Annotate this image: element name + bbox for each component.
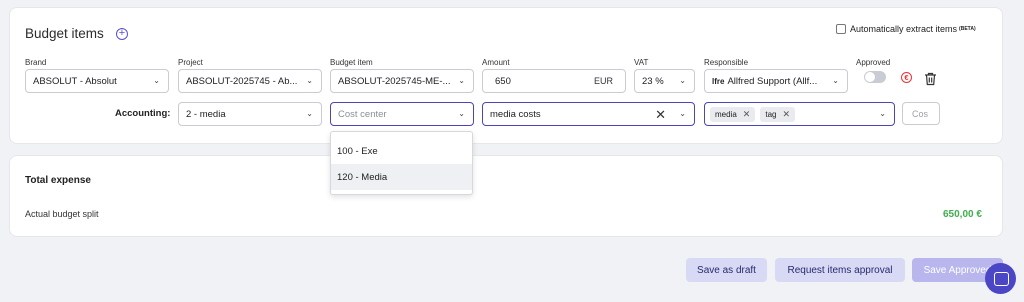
- dropdown-option[interactable]: 100 - Exe: [331, 138, 472, 164]
- tag-chip: tag ✕: [760, 106, 796, 122]
- accounting-label: Accounting:: [115, 108, 171, 119]
- total-expense-card: [9, 155, 1003, 237]
- budget-item-label: Budget item: [330, 58, 373, 67]
- chevron-down-icon: ⌄: [306, 76, 313, 85]
- responsible-select[interactable]: lfre Allfred Support (Allf... ⌄: [704, 69, 848, 93]
- request-approval-button[interactable]: Request items approval: [775, 258, 905, 282]
- chevron-down-icon: ⌄: [832, 76, 839, 85]
- chevron-down-icon: ⌄: [153, 76, 160, 85]
- chevron-down-icon: ⌄: [679, 76, 686, 85]
- amount-value: 650: [495, 75, 511, 87]
- cos-placeholder: Cos: [912, 108, 929, 119]
- cost-center-dropdown: 100 - Exe 120 - Media: [330, 131, 473, 195]
- clear-icon[interactable]: ✕: [655, 107, 666, 123]
- description-value: media costs: [490, 108, 541, 120]
- brand-value: ABSOLUT - Absolut: [33, 75, 117, 87]
- tag-label: media: [715, 109, 737, 119]
- project-label: Project: [178, 58, 203, 67]
- vat-value: 23 %: [642, 75, 664, 87]
- toggle-knob: [865, 72, 875, 82]
- save-draft-button[interactable]: Save as draft: [686, 258, 767, 282]
- add-item-icon[interactable]: +: [116, 28, 128, 40]
- project-value: ABSOLUT-2025745 - Ab...: [186, 75, 298, 87]
- budget-item-value: ABSOLUT-2025745-ME-...: [338, 75, 451, 87]
- chevron-down-icon: ⌄: [679, 109, 686, 118]
- accounting-category-value: 2 - media: [186, 108, 226, 120]
- description-select[interactable]: media costs ✕ ⌄: [482, 102, 695, 126]
- brand-label: Brand: [25, 58, 47, 67]
- page-title: Budget items: [25, 26, 104, 41]
- chevron-down-icon: ⌄: [879, 109, 886, 118]
- currency-label: EUR: [593, 76, 613, 86]
- chevron-down-icon: ⌄: [306, 109, 313, 118]
- budget-item-select[interactable]: ABSOLUT-2025745-ME-... ⌄: [330, 69, 474, 93]
- auto-extract-toggle[interactable]: Automatically extract items (BETA): [836, 24, 976, 34]
- cos-input[interactable]: Cos: [902, 102, 940, 125]
- cost-center-placeholder: Cost center: [338, 108, 387, 120]
- vat-label: VAT: [634, 58, 649, 67]
- responsible-avatar: lfre: [712, 76, 725, 86]
- approved-toggle[interactable]: [864, 71, 886, 83]
- budget-split-label: Actual budget split: [25, 209, 99, 219]
- euro-icon[interactable]: €: [901, 72, 912, 83]
- tags-select[interactable]: media ✕ tag ✕ ⌄: [704, 102, 895, 126]
- project-select[interactable]: ABSOLUT-2025745 - Ab... ⌄: [178, 69, 322, 93]
- budget-split-amount: 650,00 €: [943, 209, 982, 220]
- responsible-value: Allfred Support (Allf...: [727, 75, 818, 87]
- approved-label: Approved: [856, 58, 891, 67]
- remove-tag-icon[interactable]: ✕: [743, 109, 751, 120]
- tag-label: tag: [765, 109, 777, 119]
- tag-chip: media ✕: [710, 106, 756, 122]
- auto-extract-label: Automatically extract items: [850, 24, 958, 34]
- cost-center-select[interactable]: Cost center ⌄: [330, 102, 474, 126]
- vat-select[interactable]: 23 % ⌄: [634, 69, 695, 93]
- remove-tag-icon[interactable]: ✕: [782, 109, 790, 120]
- chat-icon[interactable]: [985, 263, 1016, 294]
- beta-badge: (BETA): [959, 26, 976, 32]
- amount-input[interactable]: 650 EUR: [482, 69, 626, 93]
- dropdown-option[interactable]: 120 - Media: [331, 164, 472, 190]
- amount-label: Amount: [482, 58, 510, 67]
- responsible-label: Responsible: [704, 58, 749, 67]
- accounting-category-select[interactable]: 2 - media ⌄: [178, 102, 322, 126]
- chevron-down-icon: ⌄: [458, 76, 465, 85]
- auto-extract-checkbox[interactable]: [836, 24, 846, 34]
- total-expense-title: Total expense: [25, 175, 91, 186]
- brand-select[interactable]: ABSOLUT - Absolut ⌄: [25, 69, 169, 93]
- chevron-down-icon: ⌄: [458, 109, 465, 118]
- trash-icon[interactable]: [924, 72, 937, 86]
